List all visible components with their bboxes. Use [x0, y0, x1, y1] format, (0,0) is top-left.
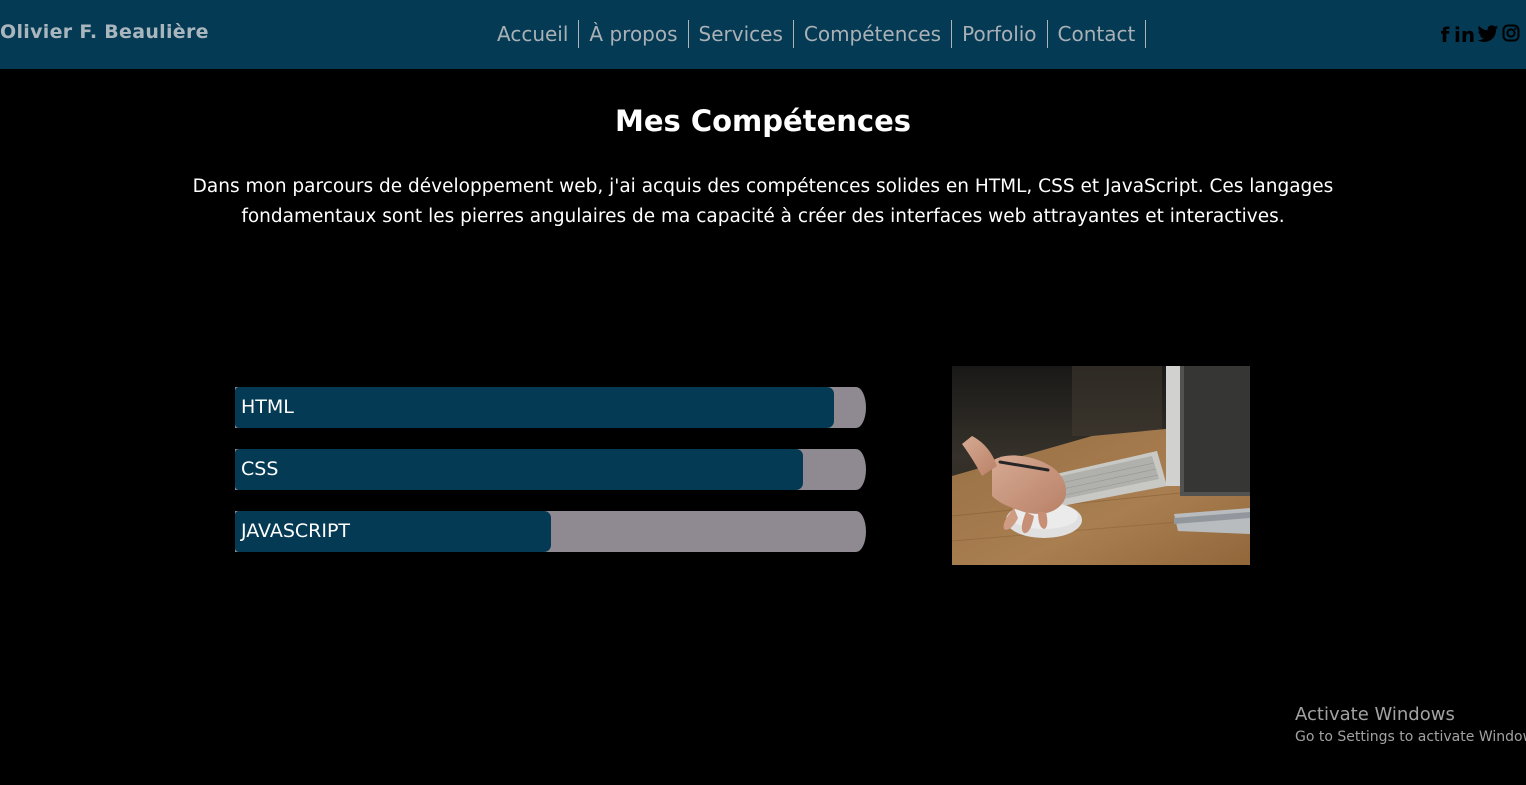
activate-windows-subtitle: Go to Settings to activate Windows. [1295, 729, 1526, 745]
nav-item-contact[interactable]: Contact [1048, 20, 1147, 48]
facebook-icon[interactable]: f [1439, 24, 1451, 46]
linkedin-icon[interactable]: in [1454, 24, 1475, 46]
section-title: Mes Compétences [614, 104, 912, 138]
nav-item-services[interactable]: Services [689, 20, 794, 48]
nav-item-a-propos[interactable]: À propos [579, 20, 689, 48]
nav-item-accueil[interactable]: Accueil [487, 20, 580, 48]
skill-label-javascript: JAVASCRIPT [241, 520, 351, 542]
activate-windows-title: Activate Windows [1295, 704, 1455, 725]
skill-label-css: CSS [241, 458, 279, 480]
windows-activation-watermark: Activate Windows Go to Settings to activ… [1295, 704, 1526, 748]
skill-bar-css: CSS [235, 449, 866, 490]
instagram-icon[interactable] [1502, 24, 1520, 46]
nav-item-porfolio[interactable]: Porfolio [952, 20, 1048, 48]
brand-name[interactable]: Olivier F. Beaulière [0, 21, 209, 43]
main-nav: Accueil À propos Services Compétences Po… [487, 19, 1147, 49]
top-navbar: Olivier F. Beaulière Accueil À propos Se… [0, 0, 1526, 69]
social-links: f in [1439, 24, 1520, 46]
skills-list: HTML CSS JAVASCRIPT [235, 387, 866, 573]
skill-fill-html [235, 387, 835, 428]
twitter-icon[interactable] [1477, 24, 1499, 46]
skill-bar-html: HTML [235, 387, 866, 428]
skill-label-html: HTML [241, 396, 294, 418]
section-description: Dans mon parcours de développement web, … [192, 176, 1334, 227]
nav-item-competences[interactable]: Compétences [794, 20, 953, 48]
skill-fill-css [235, 449, 803, 490]
skill-bar-javascript: JAVASCRIPT [235, 511, 866, 552]
computer-mouse-photo [952, 366, 1250, 565]
